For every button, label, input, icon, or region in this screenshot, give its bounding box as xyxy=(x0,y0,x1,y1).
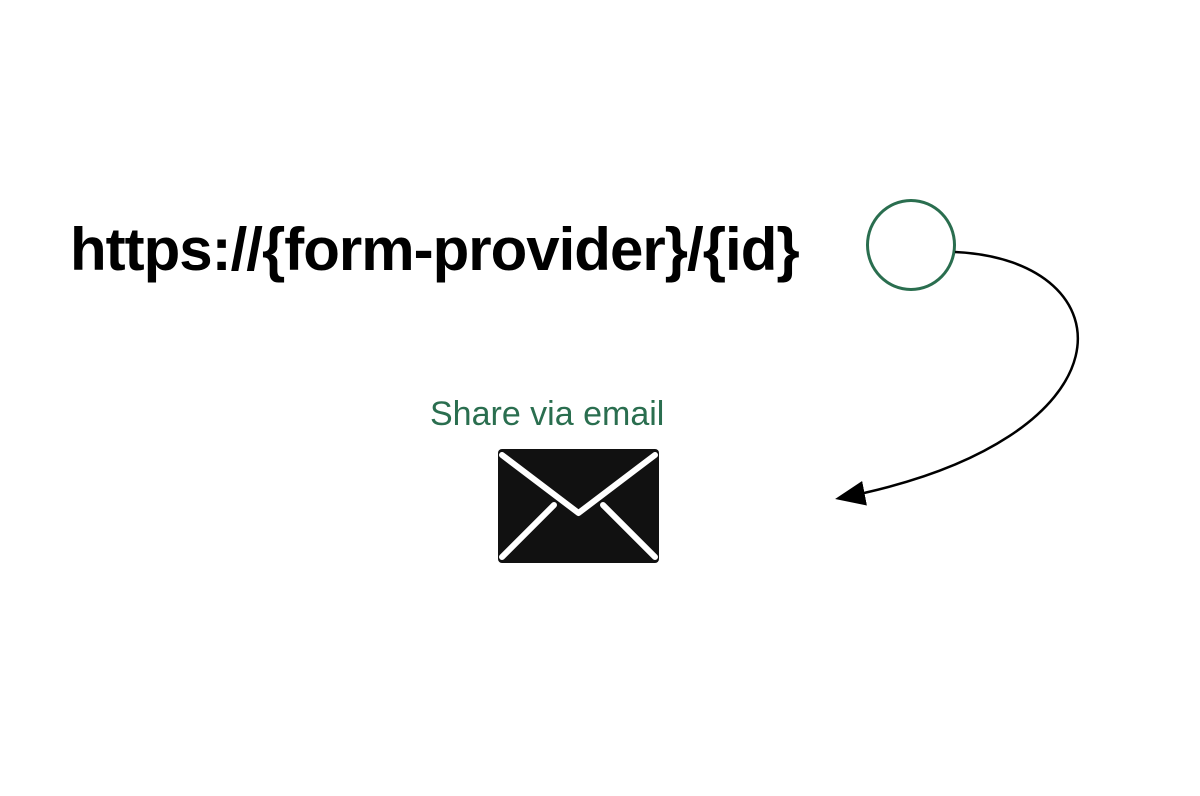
url-template-text: https://{form-provider}/{id} xyxy=(70,215,799,284)
share-via-email-label: Share via email xyxy=(430,395,664,434)
id-highlight-circle xyxy=(866,199,956,291)
arrow-to-email xyxy=(820,240,1150,520)
envelope-icon xyxy=(496,447,661,565)
